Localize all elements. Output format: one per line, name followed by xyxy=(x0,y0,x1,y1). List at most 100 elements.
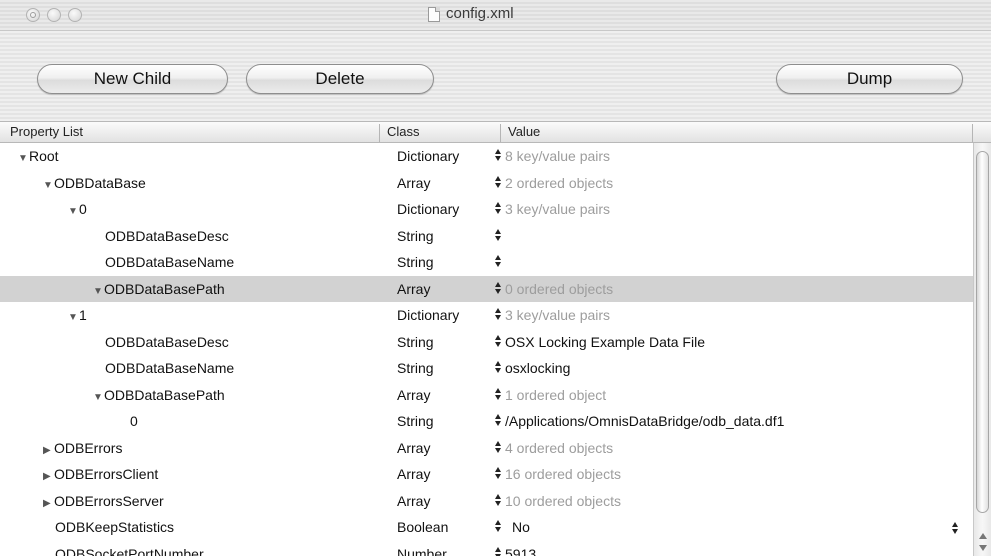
class-popup-arrows-icon[interactable] xyxy=(493,280,503,296)
class-popup-arrows-icon[interactable] xyxy=(493,465,503,481)
class-popup-arrows-icon[interactable] xyxy=(493,492,503,508)
disclosure-expanded-icon[interactable]: ▼ xyxy=(18,153,28,164)
scrollbar-thumb[interactable] xyxy=(976,151,989,513)
property-name: ODBErrorsClient xyxy=(54,466,159,482)
table-row[interactable]: ODBDataBaseName String xyxy=(0,249,973,276)
disclosure-expanded-icon[interactable]: ▼ xyxy=(93,392,103,403)
column-header-property-list[interactable]: Property List xyxy=(10,124,83,139)
disclosure-expanded-icon[interactable]: ▼ xyxy=(68,206,78,217)
value-cell[interactable]: 2 ordered objects xyxy=(505,175,613,191)
table-row[interactable]: ODBKeepStatistics Boolean No xyxy=(0,514,973,541)
new-child-button[interactable]: New Child xyxy=(37,64,228,94)
table-row[interactable]: 0 String/Applications/OmnisDataBridge/odb… xyxy=(0,408,973,435)
class-cell[interactable]: String xyxy=(397,254,434,270)
class-cell[interactable]: Boolean xyxy=(397,519,448,535)
disclosure-expanded-icon[interactable]: ▼ xyxy=(93,286,103,297)
table-row[interactable]: ▼Root Dictionary 8 key/value pairs xyxy=(0,143,973,170)
column-divider[interactable] xyxy=(500,124,501,142)
scroll-down-arrow-icon[interactable] xyxy=(979,545,987,551)
class-cell[interactable]: Array xyxy=(397,281,430,297)
disclosure-collapsed-icon[interactable]: ▶ xyxy=(43,498,53,509)
class-cell[interactable]: Dictionary xyxy=(397,148,459,164)
value-cell[interactable]: 3 key/value pairs xyxy=(505,307,610,323)
value-cell[interactable]: OSX Locking Example Data File xyxy=(505,334,705,350)
class-cell[interactable]: Array xyxy=(397,387,430,403)
class-popup-arrows-icon[interactable] xyxy=(493,386,503,402)
table-row[interactable]: ▶ ODBErrorsClient Array 16 ordered objects xyxy=(0,461,973,488)
class-cell[interactable]: Array xyxy=(397,440,430,456)
class-popup-arrows-icon[interactable] xyxy=(493,518,503,534)
class-cell[interactable]: String xyxy=(397,413,434,429)
value-cell[interactable]: 1 ordered object xyxy=(505,387,606,403)
value-cell[interactable]: 5913 xyxy=(505,546,536,556)
table-row[interactable]: ODBDataBaseName String osxlocking xyxy=(0,355,973,382)
vertical-scrollbar[interactable] xyxy=(973,143,991,556)
class-cell[interactable]: String xyxy=(397,228,434,244)
dump-button[interactable]: Dump xyxy=(776,64,963,94)
zoom-window-icon[interactable] xyxy=(68,8,82,22)
table-row[interactable]: ▼ODBDataBase Array 2 ordered objects xyxy=(0,170,973,197)
column-header-value[interactable]: Value xyxy=(508,124,540,139)
property-name-cell: ▼0 xyxy=(68,201,87,217)
property-name-cell: ▶ ODBErrors xyxy=(43,440,122,456)
scroll-up-arrow-icon[interactable] xyxy=(979,533,987,539)
plist-editor-window: config.xml New Child Delete Dump Propert… xyxy=(0,0,991,556)
value-cell[interactable]: 0 ordered objects xyxy=(505,281,613,297)
class-popup-arrows-icon[interactable] xyxy=(493,306,503,322)
property-name-cell: ODBKeepStatistics xyxy=(55,519,174,535)
table-row[interactable]: ▼ODBDataBasePath Array 1 ordered object xyxy=(0,382,973,409)
delete-button[interactable]: Delete xyxy=(246,64,434,94)
column-header-class[interactable]: Class xyxy=(387,124,420,139)
class-cell[interactable]: Array xyxy=(397,466,430,482)
class-cell[interactable]: String xyxy=(397,360,434,376)
minimize-window-icon[interactable] xyxy=(47,8,61,22)
class-popup-arrows-icon[interactable] xyxy=(493,333,503,349)
table-row[interactable]: ODBDataBaseDesc String OSX Locking Example… xyxy=(0,329,973,356)
disclosure-collapsed-icon[interactable]: ▶ xyxy=(43,445,53,456)
table-row[interactable]: ▶ ODBErrorsServer Array 10 ordered objects xyxy=(0,488,973,515)
value-cell[interactable]: 3 key/value pairs xyxy=(505,201,610,217)
property-list-table: Property List Class Value ▼Root Dictionar… xyxy=(0,121,991,556)
value-cell[interactable]: No xyxy=(512,519,530,535)
class-popup-arrows-icon[interactable] xyxy=(493,359,503,375)
class-popup-arrows-icon[interactable] xyxy=(493,147,503,163)
property-name: 1 xyxy=(79,307,87,323)
table-row[interactable]: ODBDataBaseDesc String xyxy=(0,223,973,250)
value-cell[interactable]: 10 ordered objects xyxy=(505,493,621,509)
value-cell[interactable]: /Applications/OmnisDataBridge/odb_data.d… xyxy=(505,413,784,429)
property-name-cell: ▶ ODBErrorsServer xyxy=(43,493,164,509)
value-popup-arrows-icon[interactable] xyxy=(950,520,960,536)
class-popup-arrows-icon[interactable] xyxy=(493,227,503,243)
property-name-cell: ODBDataBaseName xyxy=(105,254,234,270)
table-row[interactable]: ▼1 Dictionary 3 key/value pairs xyxy=(0,302,973,329)
property-name: ODBDataBase xyxy=(54,174,146,191)
class-popup-arrows-icon[interactable] xyxy=(493,253,503,269)
class-popup-arrows-icon[interactable] xyxy=(493,439,503,455)
value-cell[interactable]: osxlocking xyxy=(505,360,570,376)
class-cell[interactable]: String xyxy=(397,334,434,350)
class-popup-arrows-icon[interactable] xyxy=(493,545,503,556)
property-name: 0 xyxy=(130,413,138,429)
table-row[interactable]: ▶ ODBErrors Array 4 ordered objects xyxy=(0,435,973,462)
property-name-cell: ODBDataBaseName xyxy=(105,360,234,376)
class-cell[interactable]: Dictionary xyxy=(397,307,459,323)
table-row[interactable]: ODBSocketPortNumber Number 5913 xyxy=(0,541,973,556)
value-cell[interactable]: 8 key/value pairs xyxy=(505,148,610,164)
table-row[interactable]: ▼0 Dictionary 3 key/value pairs xyxy=(0,196,973,223)
disclosure-expanded-icon[interactable]: ▼ xyxy=(68,312,78,323)
table-row[interactable]: ▼ODBDataBasePath Array 0 ordered objects xyxy=(0,275,973,302)
disclosure-expanded-icon[interactable]: ▼ xyxy=(43,180,53,191)
value-cell[interactable]: 4 ordered objects xyxy=(505,440,613,456)
property-name: ODBDataBaseName xyxy=(105,254,235,270)
class-cell[interactable]: Array xyxy=(397,493,430,509)
class-cell[interactable]: Dictionary xyxy=(397,201,459,217)
class-popup-arrows-icon[interactable] xyxy=(493,174,503,190)
close-window-icon[interactable] xyxy=(26,8,40,22)
class-popup-arrows-icon[interactable] xyxy=(493,412,503,428)
class-cell[interactable]: Array xyxy=(397,175,430,191)
column-divider[interactable] xyxy=(379,124,380,142)
disclosure-collapsed-icon[interactable]: ▶ xyxy=(43,471,53,482)
class-popup-arrows-icon[interactable] xyxy=(493,200,503,216)
class-cell[interactable]: Number xyxy=(397,546,447,556)
value-cell[interactable]: 16 ordered objects xyxy=(505,466,621,482)
